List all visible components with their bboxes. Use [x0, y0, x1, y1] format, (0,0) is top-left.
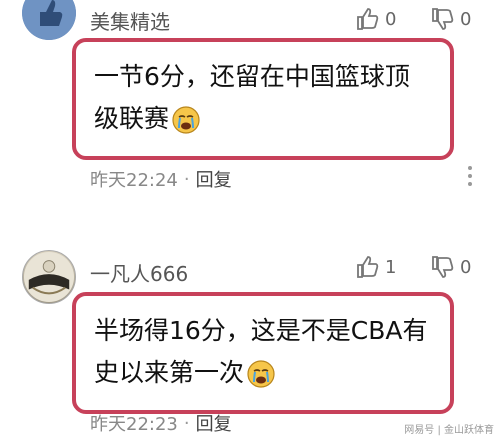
thumbs-down-icon [432, 256, 454, 278]
dislike-button[interactable]: 0 [430, 254, 471, 280]
crying-face-emoji [172, 106, 200, 134]
separator-dot: · [183, 168, 190, 190]
dislike-count: 0 [460, 8, 472, 30]
comment-text-box: 一节6分，还留在中国篮球顶级联赛 [72, 38, 454, 160]
thumbs-up-icon [357, 8, 379, 30]
dislike-button[interactable]: 0 [430, 6, 471, 32]
comment-time: 昨天22:24 [90, 170, 178, 191]
comment-time: 昨天22:23 [90, 414, 178, 435]
watermark: 网易号 | 金山跃体育 [404, 425, 494, 436]
comment-item: 一凡人666 1 0 半场得16分，这是不是CBA有史以来第一次 昨天22:23… [0, 240, 500, 440]
avatar[interactable] [22, 250, 76, 304]
username[interactable]: 一凡人666 [90, 258, 188, 287]
comment-text: 一节6分，还留在中国篮球顶级联赛 [94, 62, 410, 133]
crying-face-emoji [247, 360, 275, 388]
username[interactable]: 美集精选 [90, 6, 170, 35]
comment-meta: 昨天22:23 · 回复 [90, 410, 232, 436]
reply-button[interactable]: 回复 [196, 410, 232, 436]
reply-button[interactable]: 回复 [196, 166, 232, 192]
comment-meta: 昨天22:24 · 回复 [90, 166, 232, 192]
like-count: 1 [385, 256, 397, 278]
thumbs-down-icon [432, 8, 454, 30]
comment-text-box: 半场得16分，这是不是CBA有史以来第一次 [72, 292, 454, 414]
like-count: 0 [385, 8, 397, 30]
like-button[interactable]: 1 [355, 254, 396, 280]
dislike-count: 0 [460, 256, 472, 278]
comment-item: 美集精选 0 0 一节6分，还留在中国篮球顶级联赛 昨天22:24 · 回复 [0, 0, 500, 200]
thumbs-up-icon [357, 256, 379, 278]
like-button[interactable]: 0 [355, 6, 396, 32]
avatar[interactable] [22, 0, 76, 40]
separator-dot: · [183, 412, 190, 434]
more-dots-icon[interactable] [468, 166, 474, 190]
